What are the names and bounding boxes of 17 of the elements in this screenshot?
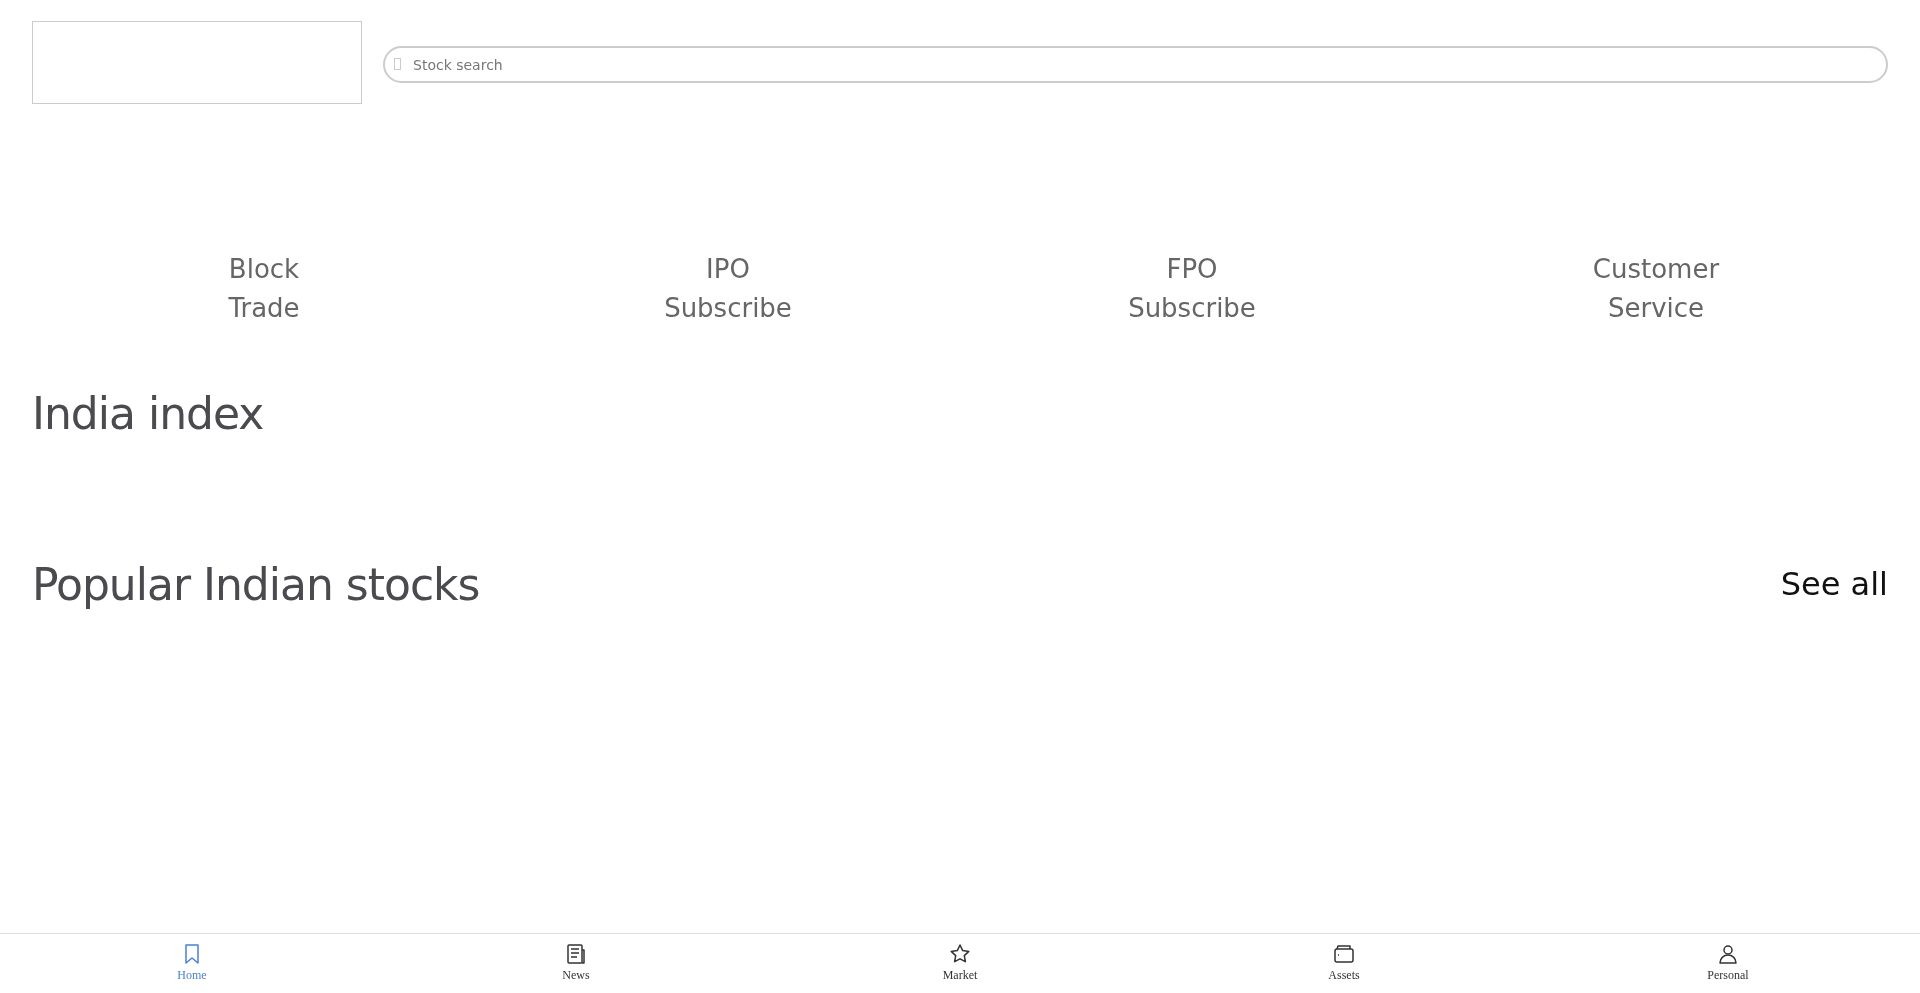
wallet-icon <box>1332 942 1356 966</box>
person-icon <box>1716 942 1740 966</box>
nav-tab[interactable]: Personal <box>1707 934 1749 993</box>
search-icon <box>394 58 401 70</box>
search-field[interactable]: Stock search <box>383 46 1888 83</box>
nav-tab[interactable]: Home <box>177 934 207 993</box>
nav-tab[interactable]: Assets <box>1328 934 1360 993</box>
nav-tab[interactable]: News <box>562 934 590 993</box>
section-heading: India index <box>32 387 264 439</box>
quick-link[interactable]: FPO Subscribe <box>1117 250 1267 328</box>
nav-tab[interactable]: Market <box>942 934 978 993</box>
see-all-link[interactable]: See all <box>1780 565 1888 603</box>
document-icon <box>564 942 588 966</box>
quick-link[interactable]: Block Trade <box>189 250 339 328</box>
section-heading: Popular Indian stocks <box>32 558 480 610</box>
quick-link[interactable]: Customer Service <box>1581 250 1731 328</box>
quick-link[interactable]: IPO Subscribe <box>653 250 803 328</box>
